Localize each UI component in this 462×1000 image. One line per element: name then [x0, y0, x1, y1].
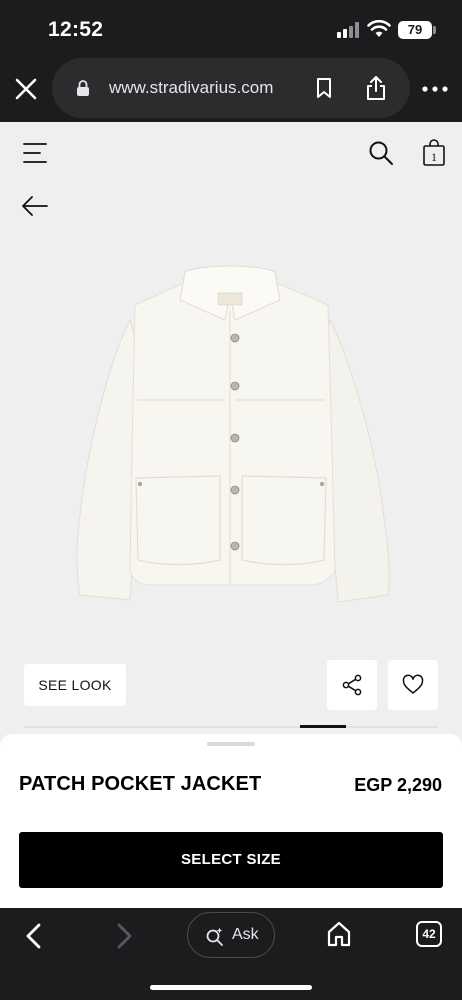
close-icon[interactable] — [12, 72, 40, 106]
share-nodes-icon — [342, 674, 362, 696]
bag-icon[interactable]: 1 — [419, 138, 449, 168]
search-icon[interactable] — [366, 138, 396, 168]
wifi-icon — [367, 20, 391, 37]
menu-icon[interactable] — [20, 138, 50, 168]
tabs-icon[interactable]: 42 — [416, 921, 442, 947]
browser-toolbar: Ask 42 — [0, 908, 462, 1000]
ask-label: Ask — [232, 926, 259, 943]
lock-icon — [77, 80, 89, 96]
back-icon[interactable] — [22, 921, 46, 951]
ask-button[interactable]: Ask — [187, 912, 275, 958]
back-arrow-icon[interactable] — [20, 192, 50, 220]
sheet-drag-handle[interactable] — [207, 742, 255, 746]
signal-icon — [337, 22, 359, 38]
product-price: EGP 2,290 — [354, 775, 442, 795]
browser-url-bar: www.stradivarius.com — [0, 58, 462, 122]
share-product-button[interactable] — [327, 660, 377, 710]
home-indicator — [150, 985, 312, 990]
more-icon[interactable] — [420, 78, 450, 100]
cart-count: 1 — [431, 150, 437, 164]
image-carousel-indicator[interactable] — [300, 725, 346, 728]
url-text[interactable]: www.stradivarius.com — [109, 78, 273, 98]
heart-icon — [402, 674, 424, 694]
product-name: PATCH POCKET JACKET — [19, 773, 262, 795]
battery-tip — [433, 26, 436, 34]
select-size-button[interactable]: SELECT SIZE — [19, 832, 443, 888]
status-bar: 12:52 79 — [0, 0, 462, 58]
favorite-button[interactable] — [388, 660, 438, 710]
image-carousel-track — [24, 726, 438, 728]
status-time: 12:52 — [48, 18, 104, 41]
forward-icon[interactable] — [112, 921, 136, 951]
battery-icon: 79 — [398, 21, 432, 39]
bookmark-icon[interactable] — [314, 77, 334, 99]
see-look-button[interactable]: SEE LOOK — [24, 664, 126, 706]
ask-icon — [206, 927, 223, 946]
product-bottom-sheet: PATCH POCKET JACKET EGP 2,290 SELECT SIZ… — [0, 734, 462, 908]
share-icon[interactable] — [365, 75, 387, 101]
white-jacket-image — [76, 265, 390, 603]
home-icon[interactable] — [325, 920, 353, 948]
